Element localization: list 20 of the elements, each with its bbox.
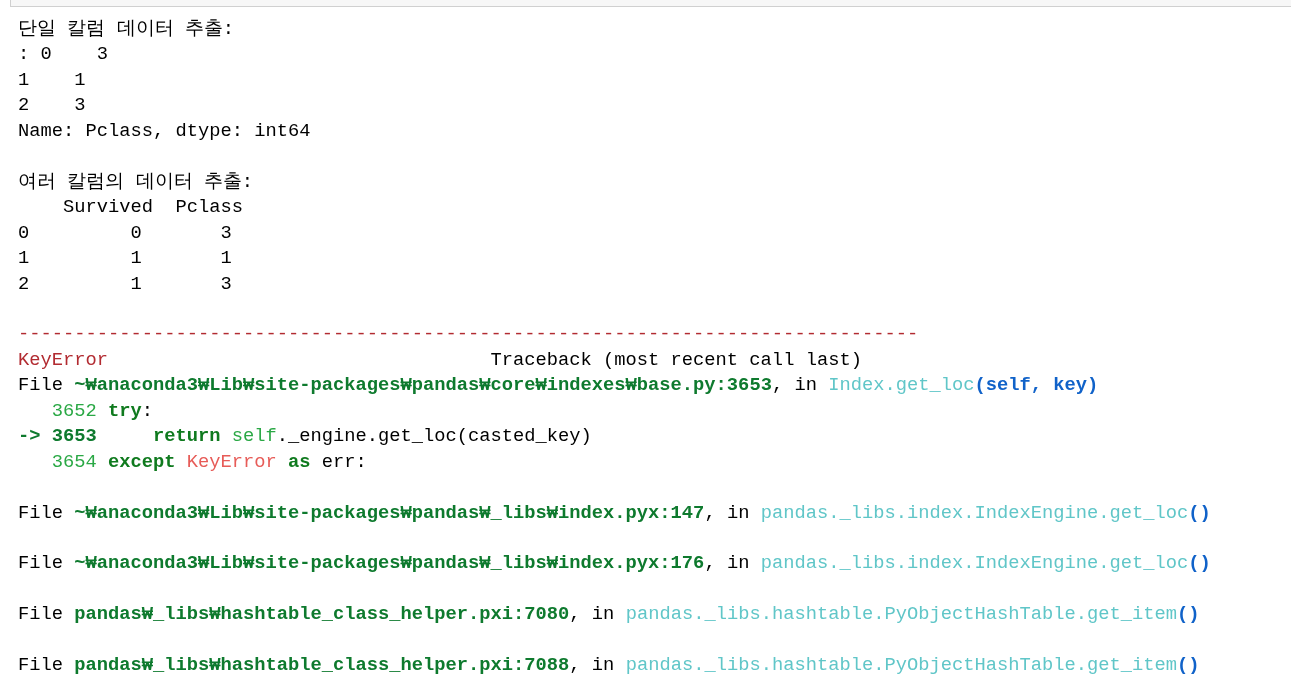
output-line: : 0 3	[18, 42, 108, 68]
output-line: 3652 try:	[50, 398, 154, 424]
output-line: -> 3653 return self._engine.get_loc(casted_key)	[18, 424, 592, 450]
output-line: 1 1 1	[18, 246, 232, 272]
output-line: --------------------------------------------------------------------------------	[18, 322, 919, 348]
output-line: KeyError Traceback (most recent call last)	[18, 347, 862, 373]
output-line: 여러 칼럼의 데이터 추출:	[18, 169, 253, 195]
output-line: File ~₩anaconda3₩Lib₩site-packages₩pandas₩core₩indexes₩base.py:3653, in Index.get_loc(self, key)	[18, 373, 1099, 399]
output-line: File ~₩anaconda3₩Lib₩site-packages₩pandas₩_libs₩index.pyx:147, in pandas._libs.index.IndexEngine.get_loc()	[18, 500, 1211, 526]
output-line: 0 0 3	[18, 220, 232, 246]
output-line: File pandas₩_libs₩hashtable_class_helper.pxi:7080, in pandas._libs.hashtable.PyObjectHashTable.get_item()	[18, 602, 1200, 628]
output-line: File ~₩anaconda3₩Lib₩site-packages₩pandas₩_libs₩index.pyx:176, in pandas._libs.index.IndexEngine.get_loc()	[18, 551, 1211, 577]
output-line: File pandas₩_libs₩hashtable_class_helper.pxi:7088, in pandas._libs.hashtable.PyObjectHashTable.get_item()	[18, 653, 1200, 679]
output-line: 3654 except KeyError as err:	[50, 449, 367, 475]
output-line: Survived Pclass	[62, 195, 244, 221]
output-line: Name: Pclass, dtype: int64	[18, 118, 311, 144]
output-line: 2 3	[18, 93, 86, 119]
output-line: 단일 칼럼 데이터 추출:	[18, 17, 234, 42]
output-line: 1 1	[18, 67, 86, 93]
output-line: 2 1 3	[18, 271, 232, 297]
